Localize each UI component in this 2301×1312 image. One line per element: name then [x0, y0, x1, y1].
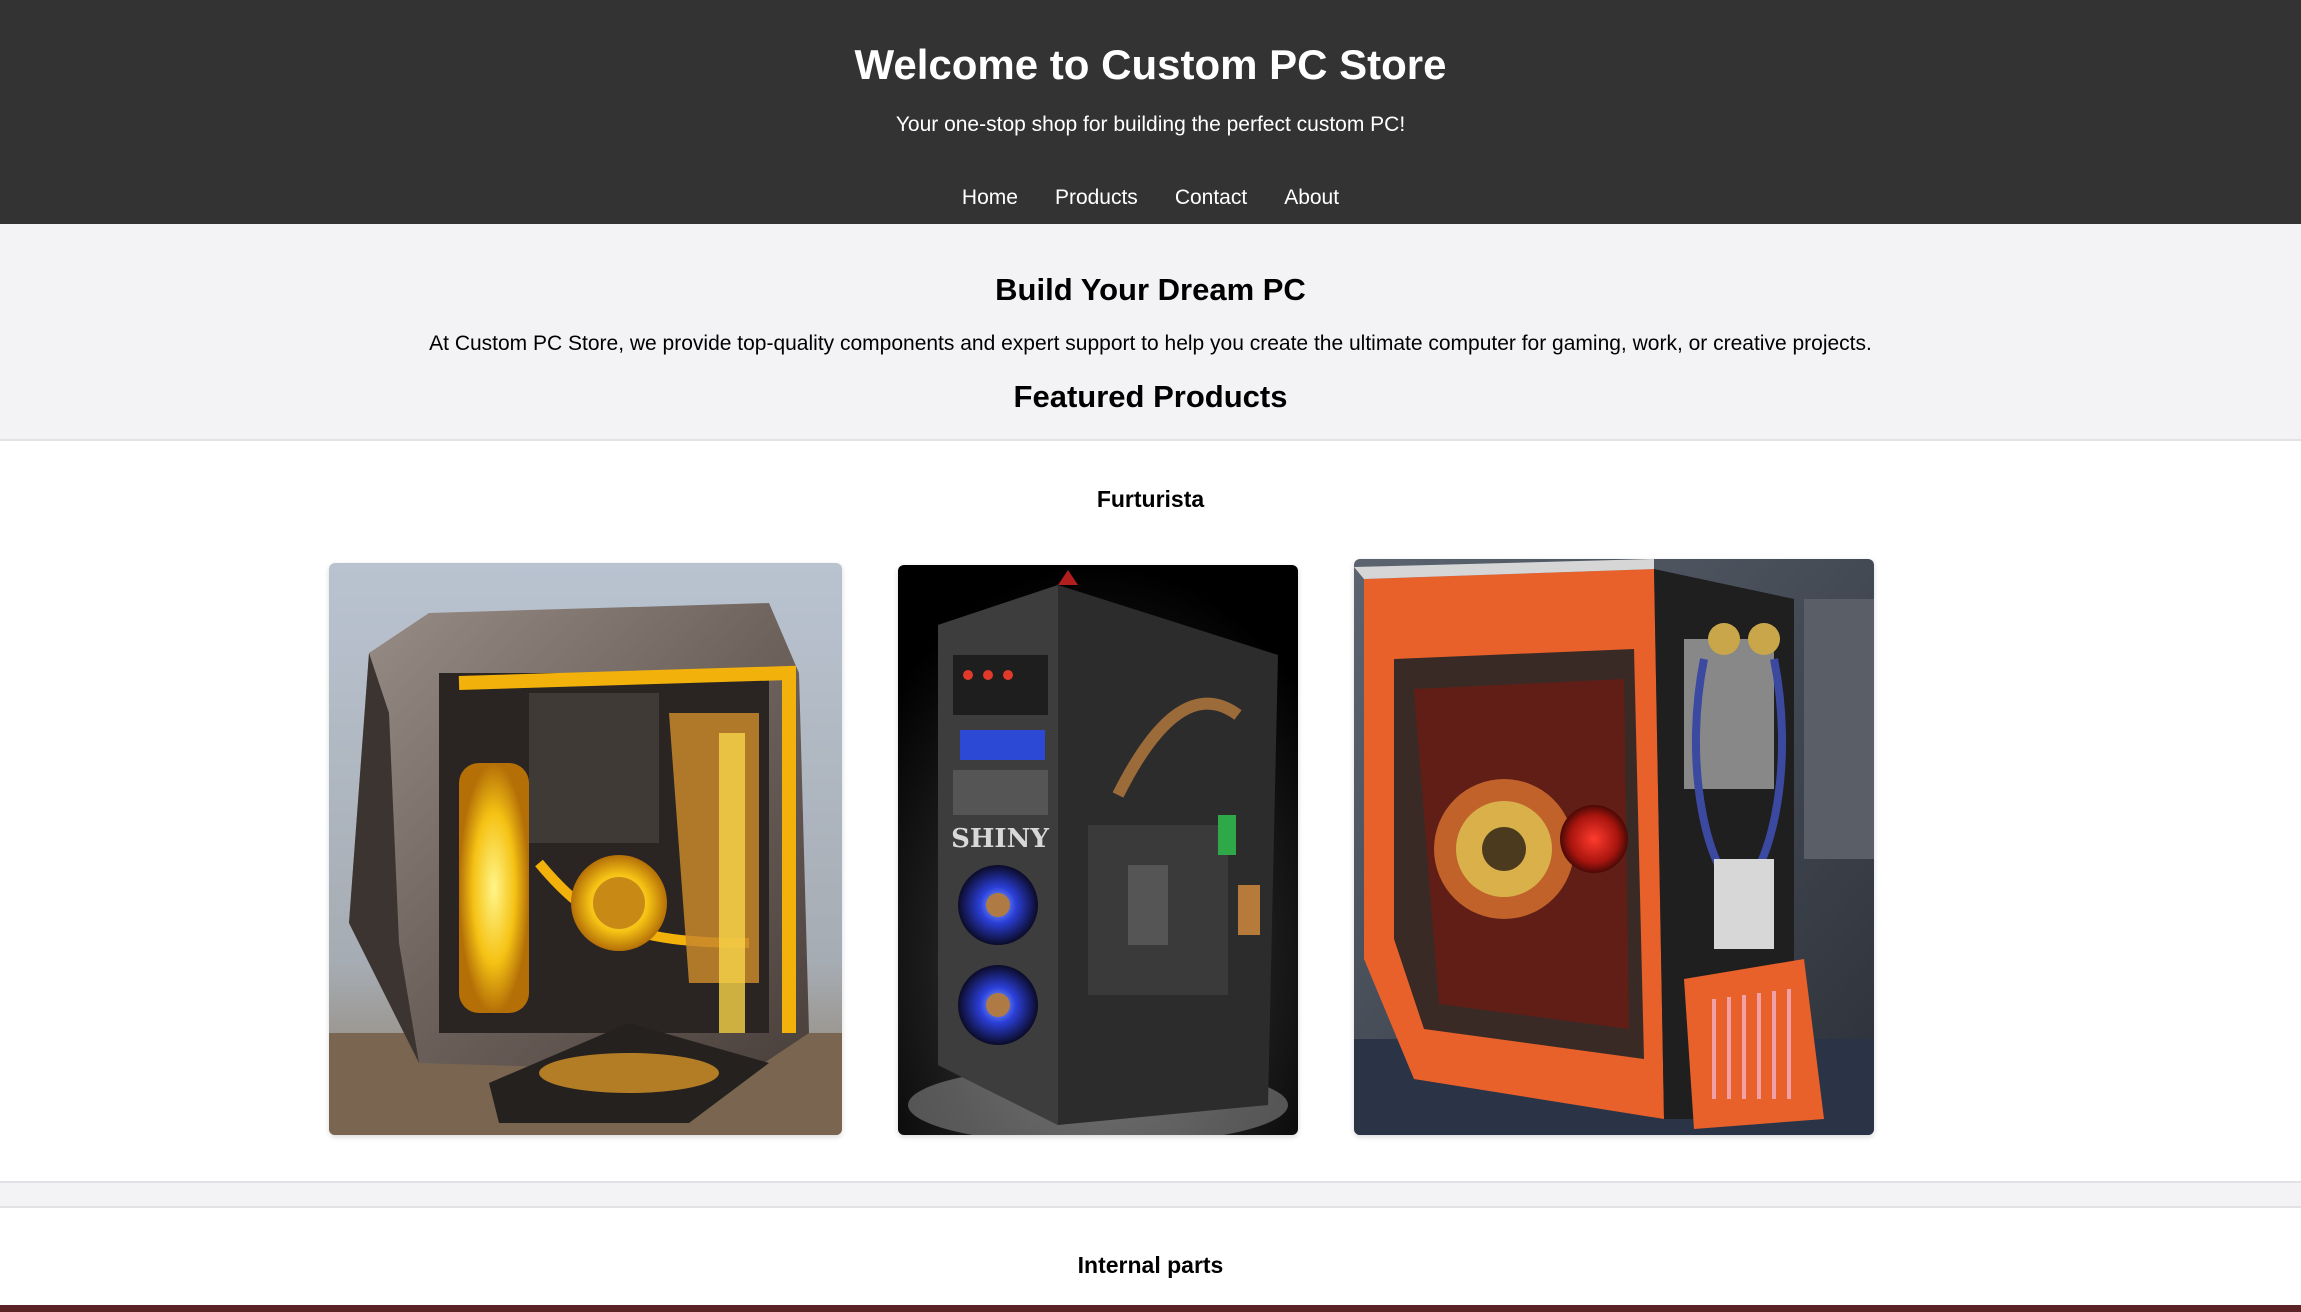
site-tagline: Your one-stop shop for building the perf… [895, 113, 1406, 136]
bottom-strip [0, 1305, 2301, 1312]
orange-ornate-case-art [1354, 559, 1874, 1135]
intro-heading: Build Your Dream PC [995, 272, 1306, 307]
nav-about-link[interactable]: About [1284, 184, 1339, 212]
product-section-furturista: Furturista SHINY [0, 439, 2301, 1183]
featured-products-heading: Featured Products [1013, 379, 1288, 414]
black-shiny-tower-art: SHINY [898, 565, 1298, 1135]
main-nav: Home Products Contact About [0, 184, 2301, 212]
site-title: Welcome to Custom PC Store [854, 41, 1447, 88]
site-header: Welcome to Custom PC Store Your one-stop… [0, 0, 2301, 224]
steampunk-copper-pc-art [329, 563, 842, 1135]
section-title: Internal parts [1077, 1252, 1224, 1278]
product-section-internal-parts: Internal parts [0, 1206, 2301, 1312]
nav-products-link[interactable]: Products [1055, 184, 1138, 212]
intro-text: At Custom PC Store, we provide top-quali… [429, 332, 1872, 355]
product-image-orange-ornate-case[interactable] [1354, 559, 1874, 1135]
product-image-steampunk-copper-pc[interactable] [329, 563, 842, 1135]
section-title: Furturista [1096, 486, 1205, 512]
nav-home-link[interactable]: Home [962, 184, 1018, 212]
case-badge-text: SHINY [951, 824, 1049, 854]
product-image-black-shiny-tower[interactable]: SHINY [898, 565, 1298, 1135]
nav-contact-link[interactable]: Contact [1175, 184, 1247, 212]
